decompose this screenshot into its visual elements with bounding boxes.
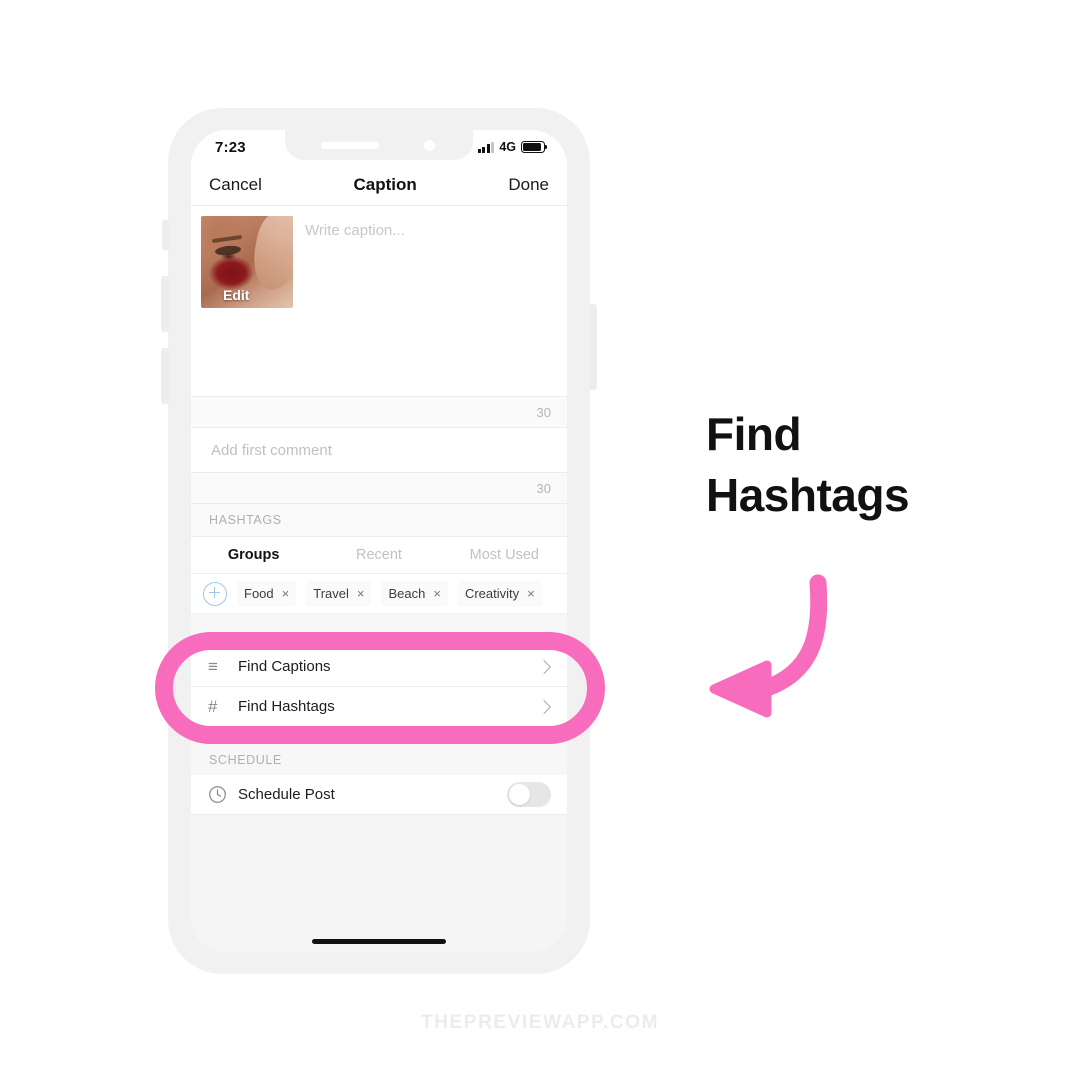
chevron-right-icon xyxy=(536,659,552,674)
status-bar-indicators: 4G xyxy=(477,140,548,154)
phone-screen: 7:23 4G Cancel Caption Done Edit Write c… xyxy=(191,130,567,952)
annotation-heading-line1: Find xyxy=(706,408,802,460)
empty-area xyxy=(191,815,567,952)
find-hashtags-label: Find Hashtags xyxy=(238,698,335,715)
notch-speaker-icon xyxy=(321,142,379,149)
signal-bars-icon xyxy=(477,141,495,153)
thumbnail-hand-shape xyxy=(248,216,293,294)
tab-groups[interactable]: Groups xyxy=(191,547,316,563)
section-separator xyxy=(191,614,567,647)
status-bar-network: 4G xyxy=(499,140,516,154)
page-title: Caption xyxy=(353,174,417,194)
caption-editor: Edit Write caption... xyxy=(191,206,567,396)
chip-label: Travel xyxy=(313,586,349,601)
battery-icon xyxy=(521,141,548,153)
chip-travel[interactable]: Travel × xyxy=(306,581,372,606)
schedule-post-label: Schedule Post xyxy=(238,786,335,803)
watermark: THEPREVIEWAPP.COM xyxy=(421,1012,659,1033)
close-icon[interactable]: × xyxy=(357,587,365,600)
caption-character-counter: 30 xyxy=(191,396,567,428)
chip-food[interactable]: Food × xyxy=(237,581,297,606)
chip-label: Food xyxy=(244,586,274,601)
close-icon[interactable]: × xyxy=(527,587,535,600)
schedule-post-toggle[interactable] xyxy=(507,782,551,807)
curved-arrow-annotation xyxy=(709,574,828,718)
phone-notch xyxy=(285,130,473,160)
comment-character-counter: 30 xyxy=(191,472,567,504)
thumbnail-eye-shape xyxy=(214,244,242,257)
clock-icon xyxy=(208,785,234,804)
hashtag-group-chips[interactable]: Food × Travel × Beach × Creativity × xyxy=(191,574,567,614)
chip-beach[interactable]: Beach × xyxy=(381,581,448,606)
annotation-heading-line2: Hashtags xyxy=(706,468,910,521)
toggle-knob xyxy=(509,784,530,805)
cancel-button[interactable]: Cancel xyxy=(209,175,262,195)
plus-circle-icon[interactable] xyxy=(203,581,227,606)
phone-volume-up-button[interactable] xyxy=(161,276,169,332)
find-hashtags-row[interactable]: # Find Hashtags xyxy=(191,687,567,727)
hash-icon: # xyxy=(208,696,218,716)
close-icon[interactable]: × xyxy=(282,587,290,600)
home-indicator[interactable] xyxy=(312,939,446,944)
list-lines-icon: ≡ xyxy=(208,656,218,676)
status-bar-time: 7:23 xyxy=(215,138,246,156)
phone-mockup: 7:23 4G Cancel Caption Done Edit Write c… xyxy=(161,108,597,974)
notch-camera-icon xyxy=(424,140,435,151)
caption-input[interactable]: Write caption... xyxy=(293,216,567,396)
close-icon[interactable]: × xyxy=(433,587,441,600)
find-captions-row[interactable]: ≡ Find Captions xyxy=(191,647,567,687)
first-comment-input[interactable]: Add first comment xyxy=(191,428,567,472)
phone-silent-switch[interactable] xyxy=(162,220,169,250)
edit-thumbnail-label[interactable]: Edit xyxy=(223,287,249,303)
done-button[interactable]: Done xyxy=(508,175,549,195)
chip-label: Beach xyxy=(388,586,426,601)
phone-volume-down-button[interactable] xyxy=(161,348,169,404)
tab-recent[interactable]: Recent xyxy=(316,547,441,563)
tab-most-used[interactable]: Most Used xyxy=(442,547,567,563)
hashtag-tab-bar: Groups Recent Most Used xyxy=(191,536,567,574)
navigation-bar: Cancel Caption Done xyxy=(191,164,567,206)
schedule-section-label: SCHEDULE xyxy=(191,745,567,775)
chip-label: Creativity xyxy=(464,586,520,601)
annotation-heading: Find Hashtags xyxy=(706,404,1006,525)
find-captions-label: Find Captions xyxy=(238,658,331,675)
thumbnail-brow-shape xyxy=(211,234,243,244)
section-separator xyxy=(191,727,567,745)
chip-creativity[interactable]: Creativity × xyxy=(457,581,542,606)
chevron-right-icon xyxy=(536,699,552,714)
phone-power-button[interactable] xyxy=(589,304,597,390)
schedule-post-row[interactable]: Schedule Post xyxy=(191,775,567,815)
post-thumbnail[interactable]: Edit xyxy=(201,216,293,308)
hashtags-section-label: HASHTAGS xyxy=(191,504,567,536)
